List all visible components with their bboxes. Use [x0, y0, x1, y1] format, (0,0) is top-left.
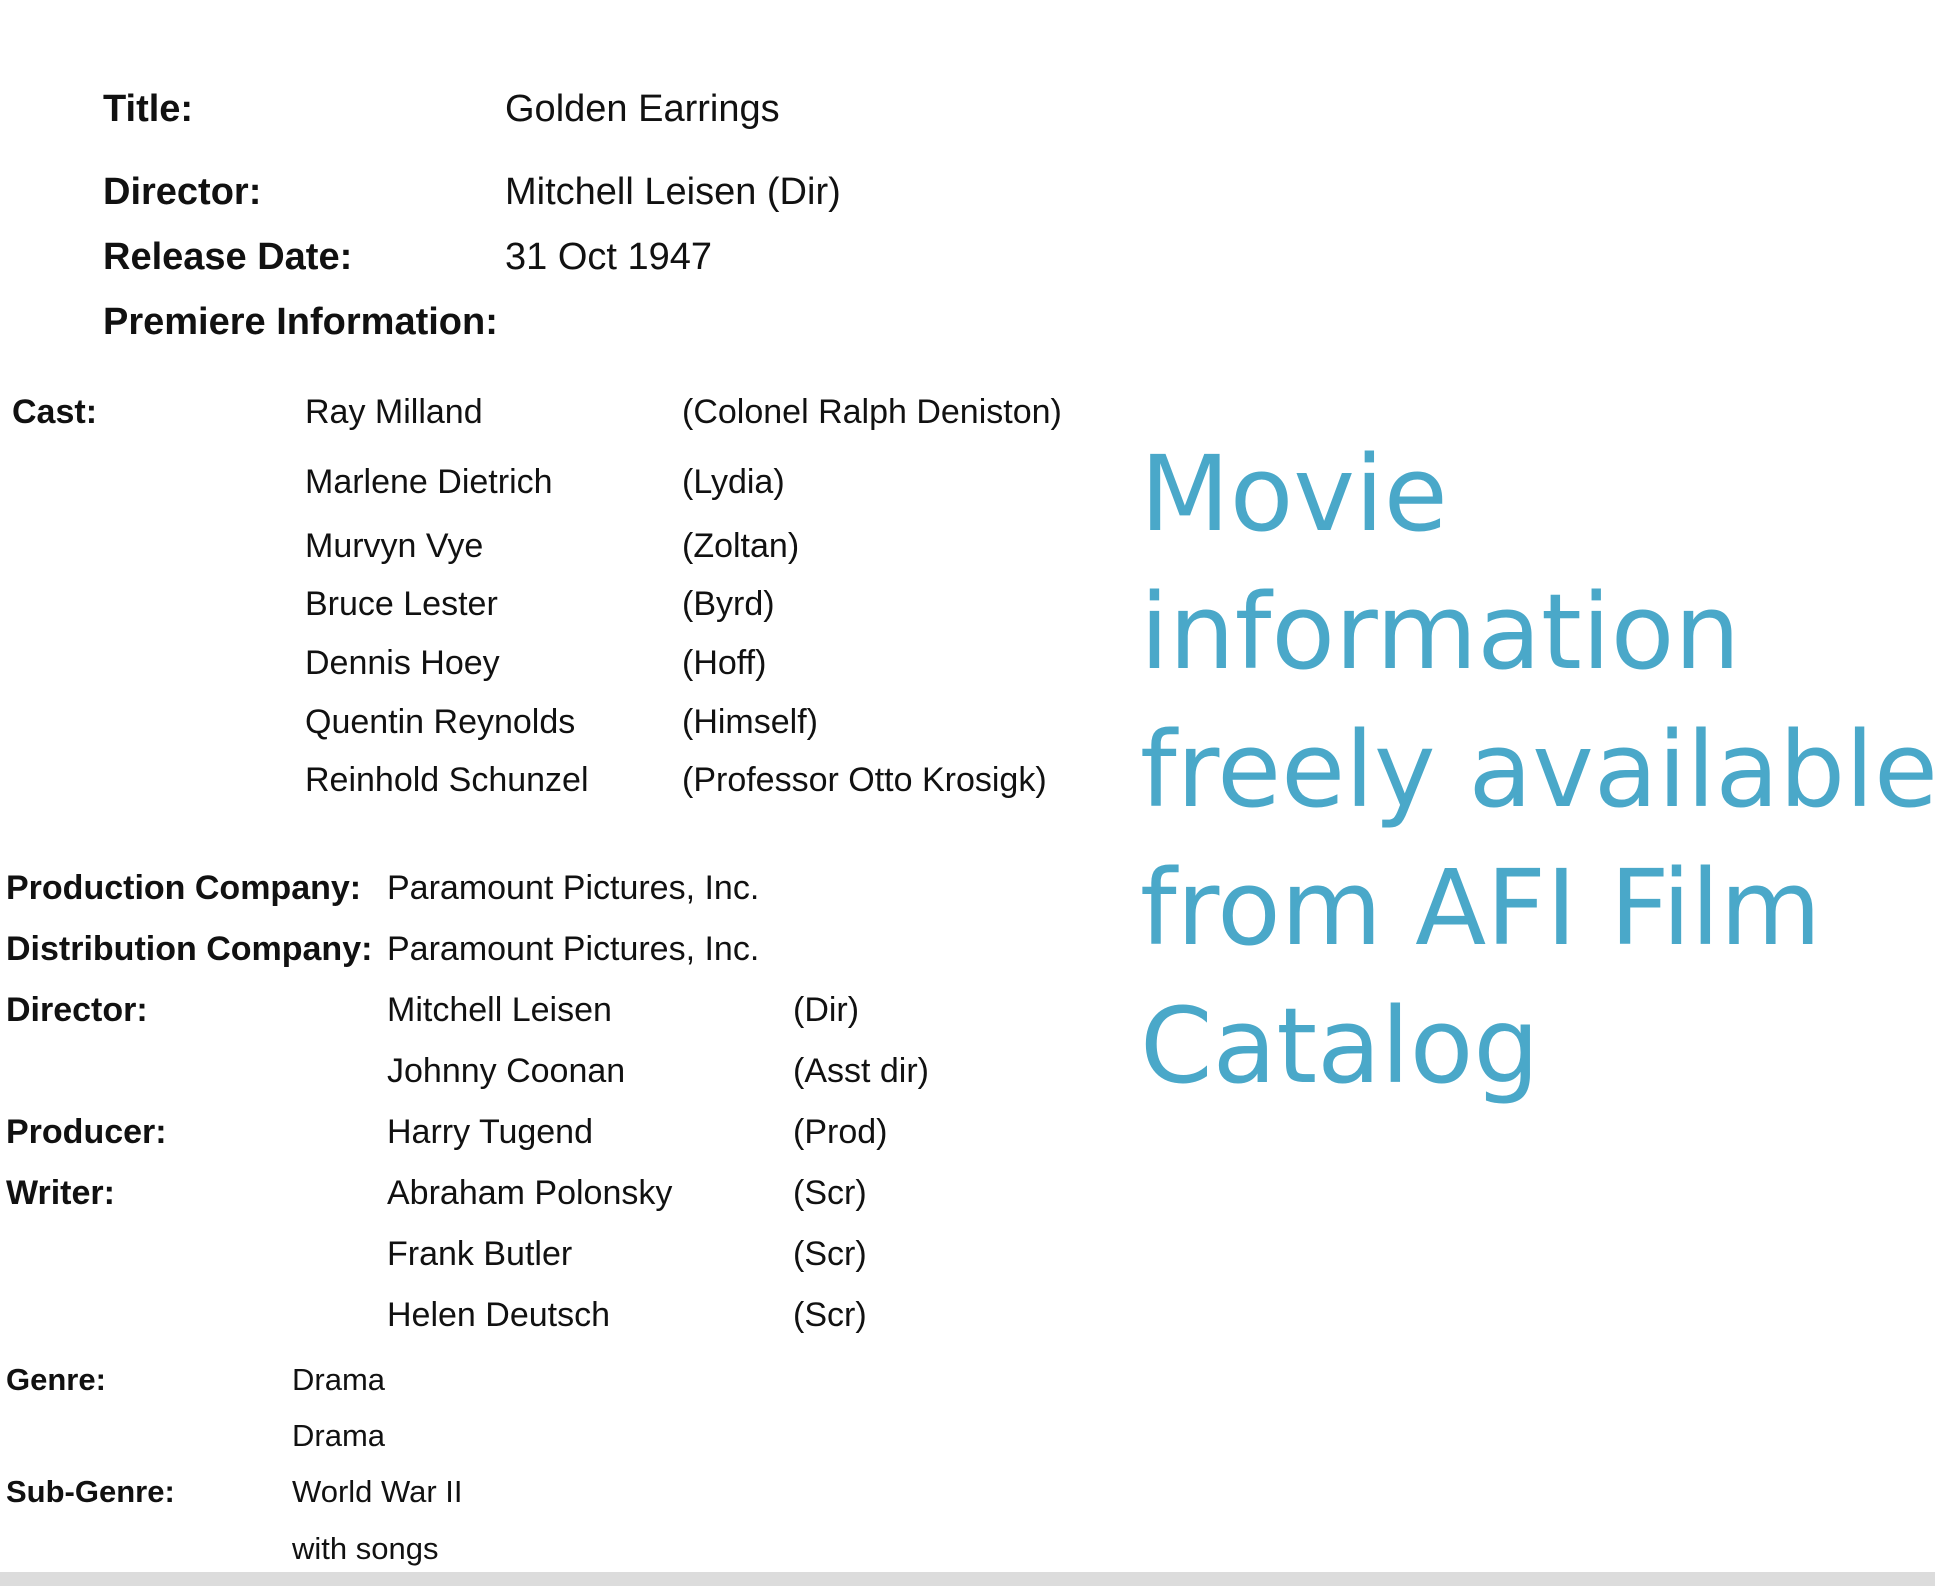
distribution-company-value: Paramount Pictures, Inc.: [387, 930, 760, 968]
crew-name: Mitchell Leisen: [387, 991, 612, 1029]
crew-role: (Scr): [793, 1174, 867, 1212]
cast-actor: Marlene Dietrich: [305, 463, 553, 501]
cast-actor: Bruce Lester: [305, 585, 498, 623]
cast-role: (Byrd): [682, 585, 775, 623]
crew-name: Harry Tugend: [387, 1113, 593, 1151]
genre-label: Genre:: [6, 1362, 106, 1397]
cast-role: (Hoff): [682, 644, 767, 682]
release-date-label: Release Date:: [103, 236, 353, 278]
genre-value: Drama: [292, 1418, 386, 1453]
production-company-label: Production Company:: [6, 869, 362, 907]
caption-line: Catalog: [1140, 985, 1540, 1107]
cast-role: (Zoltan): [682, 527, 800, 565]
crew-name: Frank Butler: [387, 1235, 573, 1273]
caption-line: from AFI Film: [1140, 847, 1822, 969]
caption-text: Movie information freely available from …: [1140, 425, 1935, 1115]
crew-name: Abraham Polonsky: [387, 1174, 673, 1212]
director-label: Director:: [103, 171, 262, 213]
subgenre-label: Sub-Genre:: [6, 1474, 175, 1509]
cast-role: (Colonel Ralph Deniston): [682, 393, 1062, 431]
cast-actor: Ray Milland: [305, 393, 483, 431]
crew-role: (Asst dir): [793, 1052, 929, 1090]
title-value: Golden Earrings: [505, 88, 780, 130]
director-value: Mitchell Leisen (Dir): [505, 171, 841, 213]
crew-role: (Prod): [793, 1113, 888, 1151]
cast-actor: Quentin Reynolds: [305, 703, 576, 741]
cast-label: Cast:: [12, 393, 98, 431]
genre-value: Drama: [292, 1362, 386, 1397]
distribution-company-label: Distribution Company:: [6, 930, 373, 968]
bottom-border: [0, 1572, 1935, 1586]
subgenre-value: World War II: [292, 1474, 463, 1509]
crew-producer-label: Producer:: [6, 1113, 167, 1151]
crew-role: (Scr): [793, 1296, 867, 1334]
caption-line: Movie: [1140, 433, 1448, 555]
production-company-value: Paramount Pictures, Inc.: [387, 869, 760, 907]
premiere-info-label: Premiere Information:: [103, 301, 498, 343]
crew-director-label: Director:: [6, 991, 148, 1029]
cast-actor: Dennis Hoey: [305, 644, 500, 682]
cast-role: (Himself): [682, 703, 818, 741]
crew-writer-label: Writer:: [6, 1174, 115, 1212]
cast-role: (Professor Otto Krosigk): [682, 761, 1047, 799]
cast-role: (Lydia): [682, 463, 785, 501]
caption-line: information: [1140, 571, 1741, 693]
title-label: Title:: [103, 88, 194, 130]
crew-name: Johnny Coonan: [387, 1052, 626, 1090]
subgenre-value: with songs: [292, 1531, 439, 1566]
crew-role: (Dir): [793, 991, 860, 1029]
cast-actor: Reinhold Schunzel: [305, 761, 589, 799]
release-date-value: 31 Oct 1947: [505, 236, 713, 278]
caption-line: freely available: [1140, 709, 1935, 831]
crew-name: Helen Deutsch: [387, 1296, 611, 1334]
crew-role: (Scr): [793, 1235, 867, 1273]
cast-actor: Murvyn Vye: [305, 527, 484, 565]
